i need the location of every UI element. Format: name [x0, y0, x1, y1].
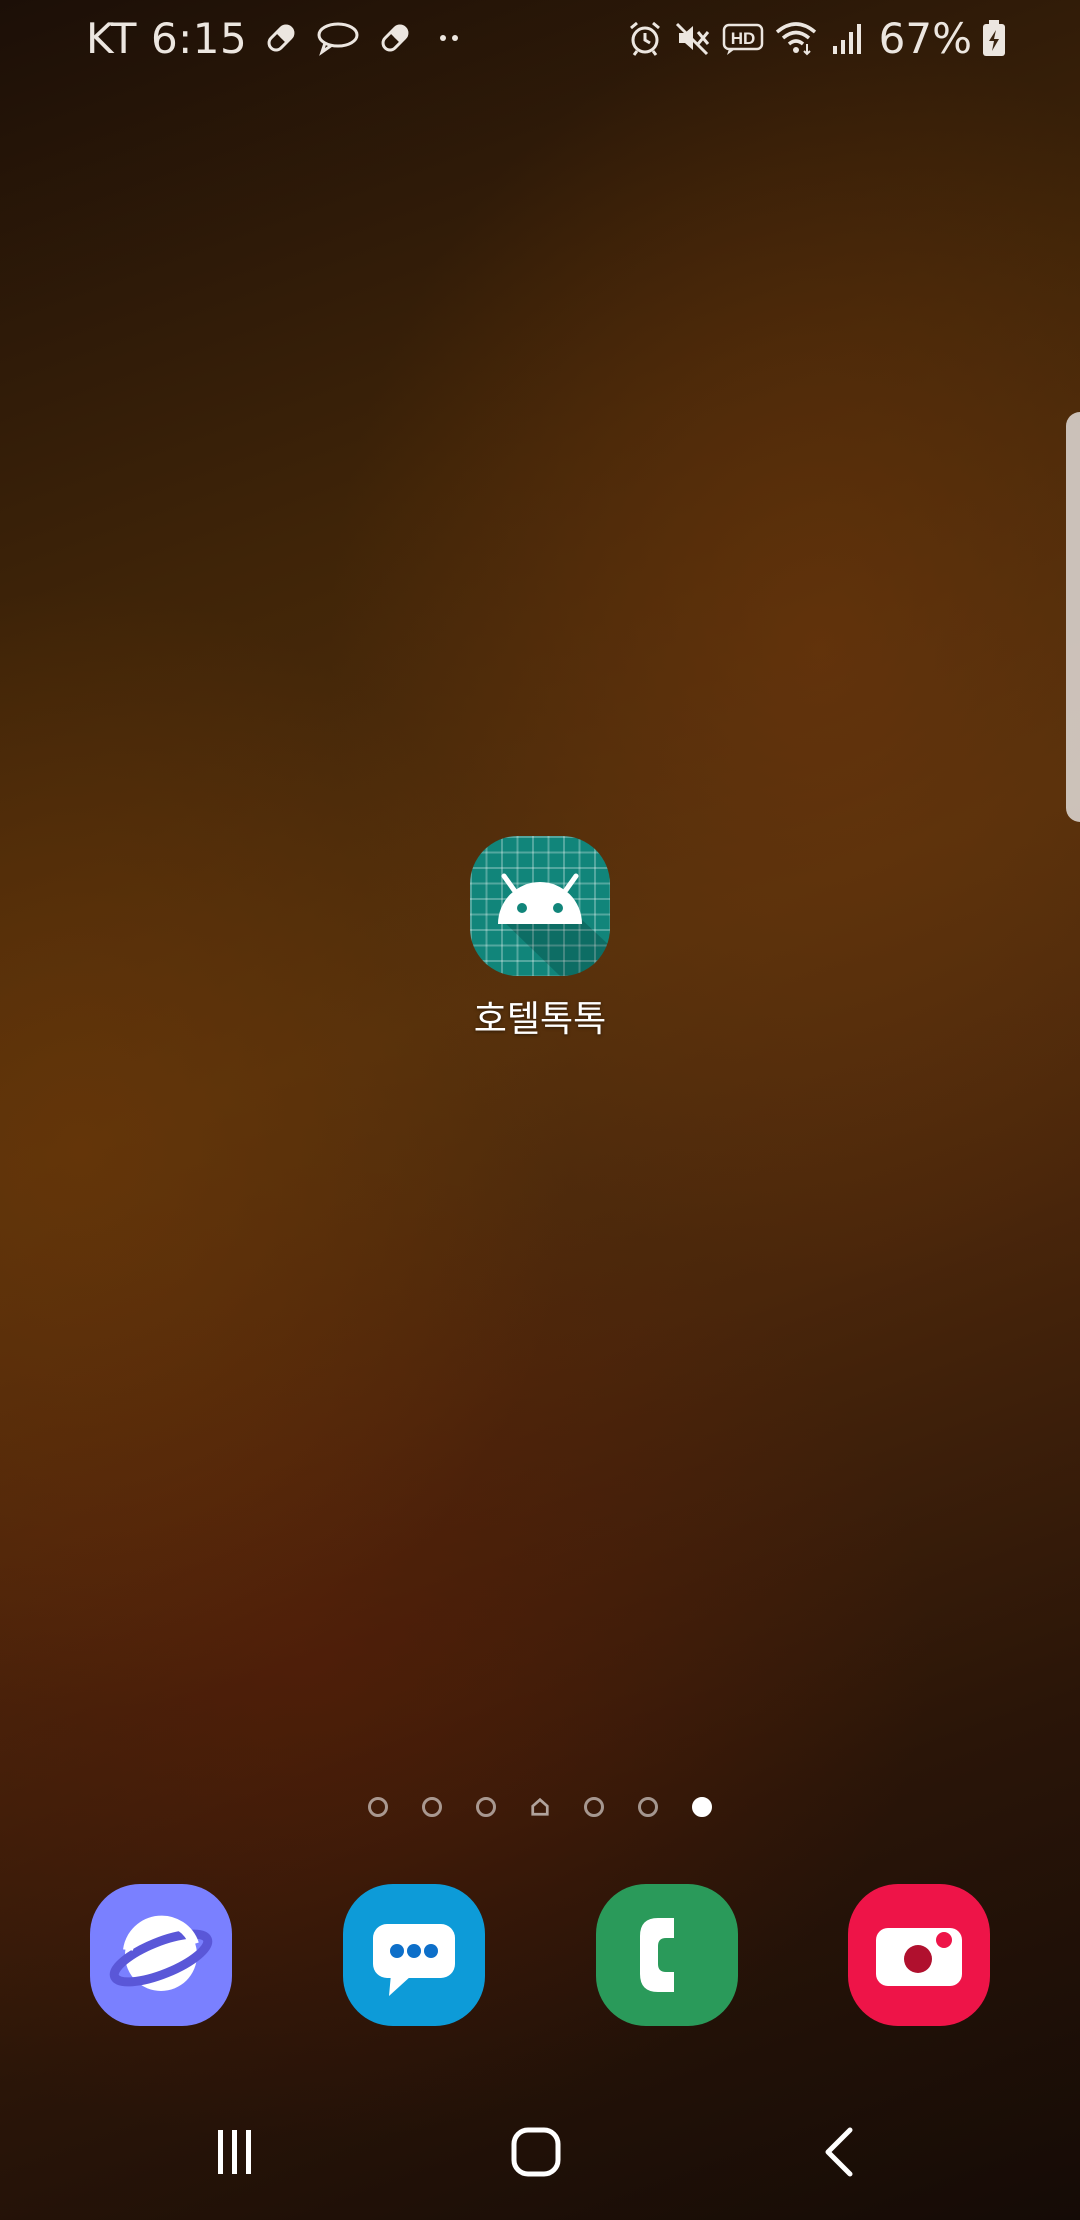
more-dots-icon: [429, 18, 469, 58]
page-dot-active[interactable]: [692, 1797, 712, 1817]
message-bubble-icon: [343, 1884, 485, 2026]
app-label: 호텔톡톡: [473, 999, 607, 1040]
signal-icon: [827, 18, 867, 58]
app-shortcut[interactable]: 호텔톡톡: [440, 836, 640, 1042]
page-indicator[interactable]: [0, 1790, 1080, 1824]
home-page-indicator-icon[interactable]: [530, 1797, 550, 1817]
battery-percent: 67%: [878, 13, 972, 63]
camera-app-button[interactable]: [848, 1884, 990, 2026]
internet-app-button[interactable]: [90, 1884, 232, 2026]
phone-app-button[interactable]: [596, 1884, 738, 2026]
planet-icon: [90, 1884, 232, 2026]
messages-app-button[interactable]: [343, 1884, 485, 2026]
status-bar: KT 6:15 HD 67%: [0, 0, 1080, 76]
status-bar-right: HD 67%: [625, 8, 1008, 68]
svg-text:HD: HD: [730, 29, 755, 48]
pill-icon: [261, 18, 301, 58]
dock: [0, 1884, 1080, 2028]
alarm-icon: [625, 18, 665, 58]
recent-apps-icon: [218, 2130, 251, 2174]
battery-charging-icon: [980, 18, 1008, 58]
page-dot[interactable]: [638, 1797, 658, 1817]
navigation-bar: [0, 2102, 1080, 2202]
carrier-label: KT: [86, 13, 137, 63]
page-dot[interactable]: [368, 1797, 388, 1817]
hd-icon: HD: [721, 18, 765, 58]
android-app-icon[interactable]: [470, 836, 610, 976]
page-dot[interactable]: [584, 1797, 604, 1817]
status-bar-left: KT 6:15: [86, 8, 469, 68]
page-dot[interactable]: [422, 1797, 442, 1817]
page-dot[interactable]: [476, 1797, 496, 1817]
recent-apps-button[interactable]: [175, 2102, 295, 2202]
back-button[interactable]: [780, 2102, 900, 2202]
camera-icon: [848, 1884, 990, 2026]
home-button[interactable]: [477, 2102, 597, 2202]
phone-icon: [596, 1884, 738, 2026]
back-icon: [825, 2127, 853, 2177]
wifi-icon: [773, 18, 819, 58]
home-icon: [511, 2127, 561, 2177]
edge-panel-handle[interactable]: [1066, 412, 1080, 822]
pill-icon: [375, 18, 415, 58]
chat-bubble-icon: [315, 18, 361, 58]
mute-icon: [673, 18, 713, 58]
clock: 6:15: [150, 13, 248, 63]
